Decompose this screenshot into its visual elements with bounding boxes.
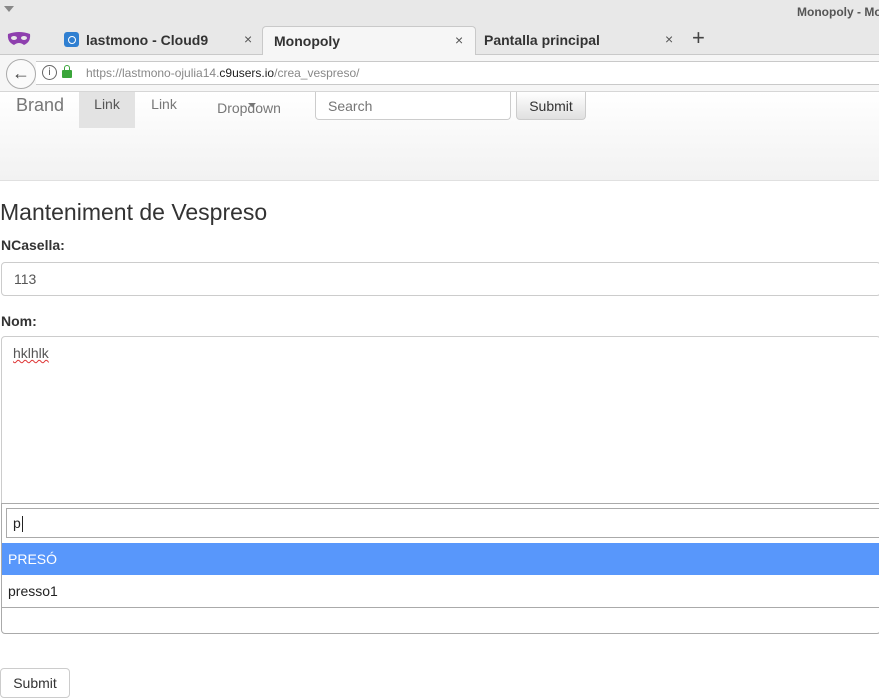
navbar-submit-button[interactable]: Submit <box>516 92 586 120</box>
nav-link-active[interactable]: Link <box>79 92 135 128</box>
dropdown-option[interactable]: presso1 <box>2 575 879 607</box>
text-cursor <box>21 516 23 533</box>
arrow-left-icon: ← <box>12 63 30 83</box>
browser-toolbar: ← i https://lastmono-ojulia14.c9users.io… <box>0 55 879 92</box>
window-title: Monopoly - Mo <box>797 5 879 19</box>
navbar-search-input[interactable] <box>315 92 511 120</box>
nav-link[interactable]: Link <box>144 92 184 128</box>
cloud9-icon <box>64 32 79 47</box>
nom-label: Nom: <box>1 313 37 329</box>
nom-text: hklhlk <box>13 345 49 361</box>
nav-dropdown[interactable]: Dropdown <box>204 92 294 128</box>
tab-label: Monopoly <box>274 33 341 49</box>
ncasella-input[interactable]: 113 <box>1 262 879 296</box>
select-dropdown: p PRESÓ presso1 <box>1 503 879 634</box>
close-icon[interactable]: × <box>665 31 673 47</box>
nom-textarea[interactable]: hklhlk <box>1 336 879 504</box>
tab-label: lastmono - Cloud9 <box>86 32 209 48</box>
tab-strip: lastmono - Cloud9 × Monopoly × Pantalla … <box>0 24 879 55</box>
lock-icon <box>62 65 72 78</box>
url-text: https://lastmono-ojulia14.c9users.io/cre… <box>86 66 360 80</box>
tab-lastmono-cloud9[interactable]: lastmono - Cloud9 × <box>56 26 262 54</box>
tab-monopoly[interactable]: Monopoly × <box>262 26 476 55</box>
ncasella-label: NCasella: <box>1 237 65 253</box>
info-icon[interactable]: i <box>42 65 57 80</box>
dropdown-divider <box>2 607 879 608</box>
url-bar[interactable]: i https://lastmono-ojulia14.c9users.io/c… <box>36 61 879 85</box>
new-tab-button[interactable]: + <box>692 25 705 51</box>
dropdown-search-input[interactable]: p <box>6 508 879 538</box>
site-navbar: Brand Link Link Dropdown Submit <box>0 92 879 181</box>
tab-label: Pantalla principal <box>484 32 600 48</box>
private-browsing-mask-icon <box>7 32 31 45</box>
navbar-brand[interactable]: Brand <box>16 95 64 116</box>
window-menu-icon[interactable] <box>4 6 14 12</box>
close-icon[interactable]: × <box>455 32 463 48</box>
page-title: Manteniment de Vespreso <box>0 199 268 225</box>
window-titlebar: Monopoly - Mo <box>0 0 879 24</box>
back-button[interactable]: ← <box>6 59 36 89</box>
form-submit-button[interactable]: Submit <box>0 668 70 698</box>
close-icon[interactable]: × <box>244 31 252 47</box>
dropdown-option-highlighted[interactable]: PRESÓ <box>2 543 879 575</box>
tab-pantalla-principal[interactable]: Pantalla principal × <box>474 26 684 54</box>
